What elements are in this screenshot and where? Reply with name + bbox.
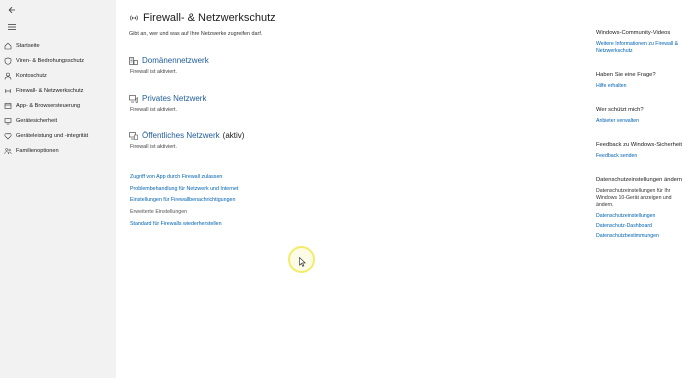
restore-defaults-link[interactable]: Standard für Firewalls wiederherstellen bbox=[130, 221, 238, 233]
network-status: Firewall ist aktiviert. bbox=[130, 144, 178, 150]
send-feedback-link[interactable]: Feedback senden bbox=[596, 153, 637, 159]
public-network-icon bbox=[129, 131, 138, 140]
back-arrow-icon bbox=[8, 6, 15, 14]
privacy-dashboard-link[interactable]: Datenschutz-Dashboard bbox=[596, 223, 652, 229]
sidebar-item-label: Startseite bbox=[16, 42, 40, 49]
main-content: Firewall- & Netzwerkschutz Gibt an, wer … bbox=[129, 0, 569, 378]
domain-network-icon bbox=[129, 56, 138, 65]
network-active-label: (aktiv) bbox=[222, 131, 245, 140]
network-domain: Domänennetzwerk Firewall ist aktiviert. bbox=[129, 56, 212, 75]
sidebar-item-label: Geräteleistung und -integrität bbox=[16, 132, 89, 139]
community-videos-link[interactable]: Weitere Informationen zu Firewall & bbox=[596, 41, 678, 47]
troubleshoot-link[interactable]: Problembehandlung für Netzwerk und Inter… bbox=[130, 186, 238, 198]
wireless-icon bbox=[3, 87, 13, 95]
notification-settings-link[interactable]: Einstellungen für Firewallbenachrichtigu… bbox=[130, 197, 238, 209]
sidebar-item-device-security[interactable]: Gerätesicherheit bbox=[0, 113, 116, 128]
question-heading: Haben Sie eine Frage? bbox=[596, 72, 656, 78]
community-videos-link-cont[interactable]: Netzwerkschutz bbox=[596, 48, 633, 54]
sidebar-item-device-performance[interactable]: Geräteleistung und -integrität bbox=[0, 128, 116, 143]
sidebar-item-app-browser[interactable]: App- & Browsersteuerung bbox=[0, 98, 116, 113]
community-videos-heading: Windows-Community-Videos bbox=[596, 30, 671, 36]
firewall-links: Zugriff von App durch Firewall zulassen … bbox=[130, 174, 238, 232]
private-network-icon bbox=[129, 94, 138, 103]
network-status: Firewall ist aktiviert. bbox=[130, 69, 178, 75]
privacy-text: Windows 10-Gerät anzeigen und bbox=[596, 195, 672, 201]
manage-providers-link[interactable]: Anbieter verwalten bbox=[596, 118, 639, 124]
sidebar-item-account-protection[interactable]: Kontoschutz bbox=[0, 68, 116, 83]
sidebar-item-label: Gerätesicherheit bbox=[16, 117, 58, 124]
sidebar-item-firewall[interactable]: Firewall- & Netzwerkschutz bbox=[0, 83, 116, 98]
network-link-private[interactable]: Privates Netzwerk bbox=[142, 94, 206, 103]
page-title: Firewall- & Netzwerkschutz bbox=[143, 12, 276, 24]
sidebar-item-family[interactable]: Familienoptionen bbox=[0, 143, 116, 158]
allow-app-link[interactable]: Zugriff von App durch Firewall zulassen bbox=[130, 174, 238, 186]
sidebar-item-label: App- & Browsersteuerung bbox=[16, 102, 81, 109]
sidebar-item-label: Viren- & Bedrohungsschutz bbox=[16, 57, 84, 64]
heart-icon bbox=[3, 132, 13, 140]
page-subtitle: Gibt an, wer und was auf Ihre Netzwerke … bbox=[129, 31, 263, 37]
home-icon bbox=[3, 42, 13, 50]
sidebar-item-home[interactable]: Startseite bbox=[0, 38, 116, 53]
mouse-pointer-icon bbox=[299, 257, 306, 267]
network-link-domain[interactable]: Domänennetzwerk bbox=[142, 56, 209, 65]
back-button[interactable] bbox=[0, 3, 24, 17]
protector-heading: Wer schützt mich? bbox=[596, 107, 644, 113]
network-status: Firewall ist aktiviert. bbox=[130, 107, 178, 113]
person-icon bbox=[3, 72, 13, 80]
sidebar-item-label: Kontoschutz bbox=[16, 72, 47, 79]
menu-button[interactable] bbox=[0, 20, 24, 34]
privacy-text: Datenschutzeinstellungen für Ihr bbox=[596, 188, 671, 194]
family-icon bbox=[3, 147, 13, 155]
wireless-icon bbox=[129, 13, 139, 23]
privacy-statement-link[interactable]: Datenschutzbestimmungen bbox=[596, 233, 659, 239]
get-help-link[interactable]: Hilfe erhalten bbox=[596, 83, 627, 89]
device-icon bbox=[3, 117, 13, 125]
network-public: Öffentliches Netzwerk (aktiv) Firewall i… bbox=[129, 131, 244, 150]
sidebar-item-virus-protection[interactable]: Viren- & Bedrohungsschutz bbox=[0, 53, 116, 68]
privacy-heading: Datenschutzeinstellungen ändern bbox=[596, 177, 683, 183]
network-link-public[interactable]: Öffentliches Netzwerk bbox=[142, 131, 220, 140]
app-window-icon bbox=[3, 102, 13, 110]
advanced-settings-link[interactable]: Erweiterte Einstellungen bbox=[130, 209, 238, 221]
privacy-text: ändern. bbox=[596, 202, 614, 208]
shield-icon bbox=[3, 56, 13, 65]
hamburger-icon bbox=[8, 24, 16, 30]
sidebar: Startseite Viren- & Bedrohungsschutz Kon… bbox=[0, 0, 116, 378]
sidebar-item-label: Familienoptionen bbox=[16, 147, 59, 154]
network-private: Privates Netzwerk Firewall ist aktiviert… bbox=[129, 94, 209, 113]
privacy-settings-link[interactable]: Datenschutzeinstellungen bbox=[596, 213, 655, 219]
sidebar-nav: Startseite Viren- & Bedrohungsschutz Kon… bbox=[0, 38, 116, 158]
feedback-heading: Feedback zu Windows-Sicherheit bbox=[596, 142, 683, 148]
page-header: Firewall- & Netzwerkschutz bbox=[129, 12, 276, 24]
sidebar-item-label: Firewall- & Netzwerkschutz bbox=[16, 87, 84, 94]
